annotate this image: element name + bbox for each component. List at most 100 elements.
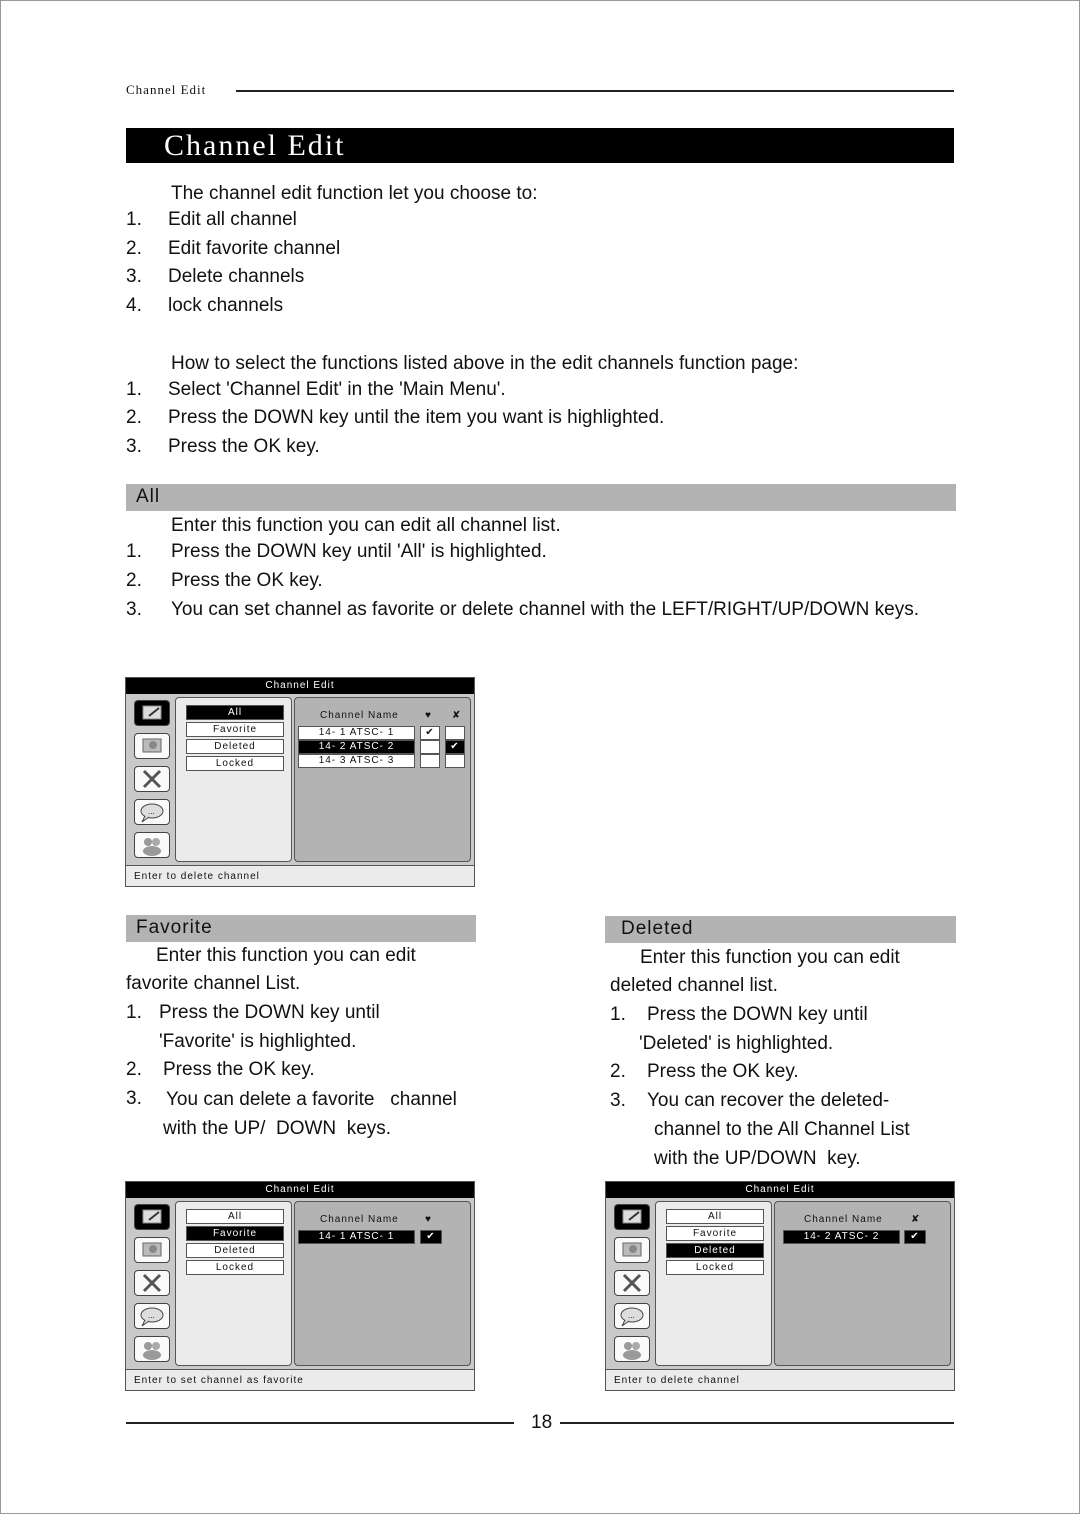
osd-menu-item-deleted[interactable]: Deleted [186,1243,284,1258]
osd-title: Channel Edit [126,1182,474,1198]
channel-row[interactable]: 14- 1 ATSC- 1 [298,726,415,740]
osd-menu-item-favorite[interactable]: Favorite [186,722,284,737]
delete-checkbox[interactable]: ✔ [904,1230,926,1244]
osd-menu-item-deleted[interactable]: Deleted [186,739,284,754]
list-num: 3. [126,436,142,457]
favorite-checkbox[interactable] [420,754,440,768]
list-num: 1. [126,379,142,400]
favorite-checkbox[interactable]: ✔ [420,726,440,740]
list-item-cont: 'Deleted' is highlighted. [639,1033,834,1054]
column-header-channel-name: Channel Name [320,1214,399,1225]
osd-menu-item-all[interactable]: All [186,705,284,720]
section-heading-deleted: Deleted [605,916,956,943]
list-num: 4. [126,295,142,316]
footer-rule-left [126,1422,514,1424]
osd-menu-item-locked[interactable]: Locked [186,756,284,771]
all-lead: Enter this function you can edit all cha… [171,515,561,536]
chat-icon[interactable]: ... [614,1303,650,1329]
channel-row[interactable]: 14- 1 ATSC- 1 [298,1230,415,1244]
list-num: 1. [126,541,142,562]
channel-row[interactable]: 14- 3 ATSC- 3 [298,754,415,768]
channel-row[interactable]: 14- 2 ATSC- 2 [783,1230,900,1244]
osd-title: Channel Edit [126,678,474,694]
list-item-cont: channel to the All Channel List [654,1119,910,1140]
chat-icon[interactable]: ... [134,1303,170,1329]
tools-icon[interactable] [614,1270,650,1296]
heart-icon: ♥ [425,710,432,721]
osd-menu-item-all[interactable]: All [666,1209,764,1224]
chat-icon[interactable]: ... [134,799,170,825]
osd-menu-item-all[interactable]: All [186,1209,284,1224]
intro-lead: The channel edit function let you choose… [171,183,538,204]
delete-checkbox[interactable] [445,754,465,768]
delete-x-icon: ✘ [452,710,462,721]
users-icon[interactable] [134,832,170,858]
list-num: 3. [126,266,142,287]
list-item-cont: 'Favorite' is highlighted. [159,1031,357,1052]
list-item: You can set channel as favorite or delet… [171,599,920,620]
list-item: Press the DOWN key until the item you wa… [168,407,665,428]
list-item: Edit all channel [168,209,297,230]
edit-icon[interactable] [134,700,170,726]
list-num: 1. [126,209,142,230]
osd-menu-item-favorite[interactable]: Favorite [186,1226,284,1241]
section-heading-text: All [136,486,161,507]
section-heading-text: Deleted [621,918,694,939]
list-item: Press the OK key. [163,1059,315,1080]
users-icon[interactable] [134,1336,170,1362]
tools-icon[interactable] [134,766,170,792]
list-item: Press the OK key. [647,1061,799,1082]
list-num: 2. [126,1059,142,1080]
osd-screenshot-all: Channel Edit... All Favorite Deleted Locked C… [125,677,475,887]
edit-icon[interactable] [134,1204,170,1230]
channel-row[interactable]: 14- 2 ATSC- 2 [298,740,415,754]
osd-status-bar: Enter to delete channel [606,1369,954,1390]
list-item: Select 'Channel Edit' in the 'Main Menu'… [168,379,506,400]
osd-menu: All Favorite Deleted Locked [655,1201,772,1366]
list-num: 1. [610,1004,626,1025]
osd-menu-item-locked[interactable]: Locked [666,1260,764,1275]
tv-icon[interactable] [134,733,170,759]
list-item: Press the OK key. [168,436,320,457]
osd-menu-item-locked[interactable]: Locked [186,1260,284,1275]
section-heading-all: All [126,484,956,511]
howto-lead: How to select the functions listed above… [171,353,799,374]
osd-screenshot-favorite: Channel Edit... All Favorite Deleted Locked C… [125,1181,475,1391]
title-bar: Channel Edit [126,128,954,163]
delete-checkbox[interactable]: ✔ [445,740,465,754]
favorite-lead-cont: favorite channel List. [126,973,301,994]
list-item: Edit favorite channel [168,238,341,259]
osd-channel-list: Channel Name ✘ 14- 2 ATSC- 2 ✔ [774,1201,951,1366]
osd-screenshot-deleted: Channel Edit... All Favorite Deleted Locked C… [605,1181,955,1391]
osd-sidebar: ... [606,1198,654,1368]
list-num: 2. [126,238,142,259]
favorite-checkbox[interactable]: ✔ [420,1230,442,1244]
tv-icon[interactable] [614,1237,650,1263]
favorite-checkbox[interactable] [420,740,440,754]
list-item: You can recover the deleted- [647,1090,890,1111]
osd-status-bar: Enter to set channel as favorite [126,1369,474,1390]
tv-icon[interactable] [134,1237,170,1263]
list-item-cont: with the UP/ DOWN keys. [163,1118,392,1139]
column-header-channel-name: Channel Name [320,710,399,721]
list-item: Delete channels [168,266,305,287]
deleted-lead-cont: deleted channel list. [610,975,778,996]
list-item: lock channels [168,295,284,316]
edit-icon[interactable] [614,1204,650,1230]
osd-channel-list: Channel Name ♥ 14- 1 ATSC- 1 ✔ [294,1201,471,1366]
osd-menu-item-favorite[interactable]: Favorite [666,1226,764,1241]
list-num: 2. [126,407,142,428]
list-num: 3. [610,1090,626,1111]
delete-checkbox[interactable] [445,726,465,740]
list-item: Press the OK key. [171,570,323,591]
header-rule [236,90,954,92]
osd-sidebar: ... [126,694,174,864]
section-heading-text: Favorite [136,917,213,938]
section-heading-favorite: Favorite [126,915,476,942]
osd-menu-item-deleted[interactable]: Deleted [666,1243,764,1258]
users-icon[interactable] [614,1336,650,1362]
list-num: 3. [126,599,142,620]
page-number: 18 [531,1412,553,1433]
list-item-cont: with the UP/DOWN key. [654,1148,861,1169]
tools-icon[interactable] [134,1270,170,1296]
